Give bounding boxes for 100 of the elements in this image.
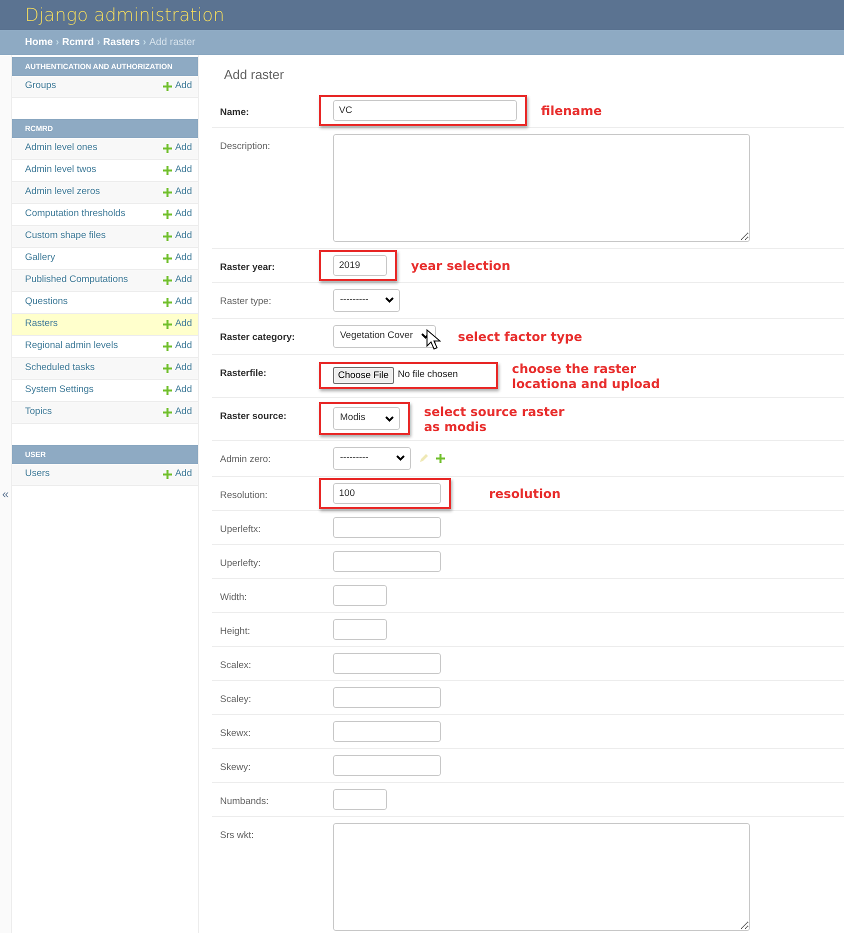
page-title: Add raster [224,67,285,83]
plus-icon [163,364,172,373]
input-field[interactable] [333,584,387,606]
choose-file-button[interactable]: Choose File [333,367,394,384]
annotation-text: select factor type [458,328,582,344]
add-link[interactable]: Add [163,383,192,398]
plus-icon [163,82,172,91]
plus-icon [163,298,172,307]
plus-icon [163,210,172,219]
plus-icon [163,470,172,479]
field-label: Raster category: [220,330,296,345]
add-link[interactable]: Add [163,163,192,178]
model-link[interactable]: System Settings [25,383,94,398]
annotation-text: choose the raster locationa and upload [512,360,661,391]
plus-icon [163,320,172,329]
text-area[interactable] [333,134,750,242]
breadcrumb-separator: › [56,36,60,50]
field-label: Scalex: [220,658,252,673]
add-link[interactable]: Add [163,295,192,310]
breadcrumb-link[interactable]: Rasters [103,35,140,50]
field-label: Uperlefty: [220,556,262,571]
add-link[interactable]: Add [163,229,192,244]
select-field[interactable]: Modis [333,407,400,430]
input-field[interactable] [333,618,387,640]
plus-icon [163,166,172,175]
field-label: Raster type: [220,294,272,309]
model-link[interactable]: Questions [25,295,68,310]
add-link[interactable]: Add [163,185,192,200]
field-label: Uperleftx: [220,522,262,537]
chevron-icon [385,416,394,422]
field-label: Name: [220,106,250,120]
field-label: Skewx: [220,726,252,741]
input-field[interactable]: VC [333,100,517,121]
add-link[interactable]: Add [163,317,192,332]
input-field[interactable] [333,516,441,538]
plus-icon [163,232,172,241]
breadcrumb-separator: › [142,36,146,50]
add-link[interactable]: Add [163,207,192,222]
field-label: Width: [220,590,248,605]
model-link[interactable]: Custom shape files [25,229,106,244]
plus-icon [163,144,172,153]
model-link[interactable]: Rasters [25,317,58,332]
add-link[interactable]: Add [163,405,192,420]
select-field[interactable]: Vegetation Cover [333,324,436,348]
field-label: Rasterfile: [220,366,268,381]
annotation-text: resolution [489,486,561,501]
pencil-icon[interactable] [419,454,428,463]
text-area[interactable] [333,822,750,931]
annotation-text: select source raster as modis [424,404,566,434]
add-link[interactable]: Add [163,339,192,354]
input-field[interactable]: 2019 [333,254,387,276]
sidebar-toggle[interactable]: « [2,485,9,503]
field-label: Raster year: [220,260,276,275]
add-link[interactable]: Add [163,273,192,288]
field-label: Numbands: [220,794,270,809]
add-link[interactable]: Add [163,361,192,376]
field-label: Admin zero: [220,452,272,467]
model-link[interactable]: Computation thresholds [25,207,126,222]
breadcrumb-current: Add raster [149,36,196,50]
field-label: Height: [220,624,252,639]
model-link[interactable]: Admin level twos [25,163,96,178]
add-link[interactable]: Add [163,467,192,482]
select-field[interactable]: --------- [333,446,411,470]
input-field[interactable] [333,720,441,742]
model-link[interactable]: Admin level zeros [25,185,100,200]
add-icon[interactable] [436,454,445,463]
select-field[interactable]: --------- [333,288,400,312]
plus-icon [163,276,172,285]
field-label: Resolution: [220,488,269,503]
field-label: Raster source: [220,410,288,424]
input-field[interactable] [333,754,441,776]
input-field[interactable] [333,652,441,674]
input-field[interactable] [333,686,441,708]
model-link[interactable]: Scheduled tasks [25,361,95,376]
breadcrumb-link[interactable]: Home [25,35,53,50]
annotation-text: filename [541,102,602,118]
add-link[interactable]: Add [163,251,192,266]
input-field[interactable] [333,550,441,572]
input-field[interactable] [333,788,387,810]
input-field[interactable]: 100 [333,482,441,504]
breadcrumb-link[interactable]: Rcmrd [62,35,94,50]
add-link[interactable]: Add [163,141,192,156]
plus-icon [163,386,172,395]
breadcrumb-separator: › [96,36,100,50]
model-link[interactable]: Regional admin levels [25,339,118,354]
add-link[interactable]: Add [163,79,192,94]
field-label: Srs wkt: [220,828,255,843]
field-label: Scaley: [220,692,252,707]
model-link[interactable]: Published Computations [25,273,128,288]
annotation-text: year selection [411,258,510,273]
model-link[interactable]: Admin level ones [25,141,98,156]
model-link[interactable]: Users [25,467,50,482]
model-link[interactable]: Topics [25,405,52,420]
field-label: Description: [220,140,272,154]
chevron-icon [385,297,394,304]
plus-icon [163,254,172,263]
plus-icon [163,408,172,417]
model-link[interactable]: Gallery [25,251,56,266]
model-link[interactable]: Groups [25,79,56,94]
plus-icon [163,188,172,197]
